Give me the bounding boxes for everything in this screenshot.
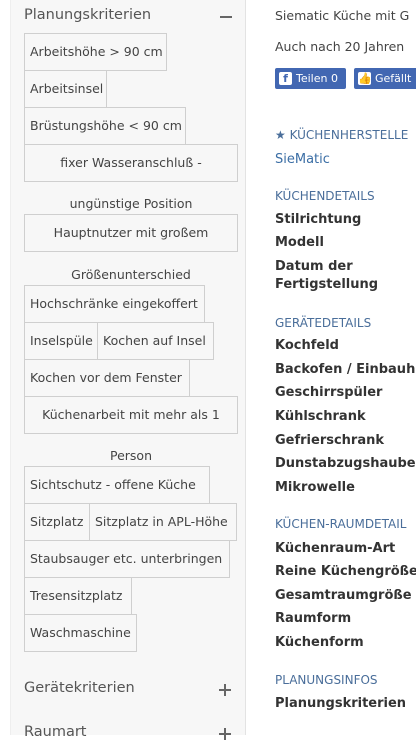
appliance-label: Geschirrspüler — [275, 385, 383, 400]
room-label: Reine Küchengröße — [275, 564, 416, 579]
appliance-details-heading: GERÄTEDETAILS — [275, 316, 372, 330]
appliance-label: Kühlschrank — [275, 409, 366, 424]
manufacturer-link[interactable]: SieMatic — [275, 152, 330, 167]
room-label: Küchenform — [275, 635, 364, 650]
filter-tag[interactable]: Tresensitzplatz — [24, 577, 132, 615]
intro-text-line: Auch nach 20 Jahren — [275, 39, 405, 54]
planning-info-heading: PLANUNGSINFOS — [275, 673, 378, 687]
share-label: Teilen 0 — [296, 72, 338, 85]
like-label: Gefällt — [375, 72, 412, 85]
appliance-label: Dunstabzugshaube — [275, 456, 416, 471]
facebook-share-button[interactable]: f Teilen 0 — [275, 68, 346, 89]
filter-tag[interactable]: Sitzplatz in APL-Höhe — [89, 503, 237, 541]
filter-tag[interactable]: Arbeitshöhe > 90 cm — [24, 33, 167, 71]
room-label: Gesamtraumgröße — [275, 588, 412, 603]
detail-label: Fertigstellung — [275, 277, 379, 292]
room-type-title: Raumart — [24, 724, 87, 740]
planning-label: Planungskriterien — [275, 696, 407, 711]
kitchen-details-heading: KÜCHENDETAILS — [275, 189, 375, 203]
detail-label: Modell — [275, 235, 324, 250]
filter-sidebar: Planungskriterien Arbeitshöhe > 90 cm Ar… — [10, 0, 246, 740]
filter-tag[interactable]: Kochen auf Insel — [97, 322, 214, 360]
filter-tag[interactable]: Hochschränke eingekoffert — [24, 285, 205, 323]
device-criteria-title: Gerätekriterien — [24, 680, 135, 696]
filter-tag[interactable]: Inselspüle — [24, 322, 98, 360]
filter-tag[interactable]: Küchenarbeit mit mehr als 1 — [24, 396, 238, 434]
filter-tag-continuation[interactable]: Größenunterschied — [24, 267, 238, 282]
filter-tag[interactable]: Kochen vor dem Fenster — [24, 359, 190, 397]
room-label: Küchenraum-Art — [275, 541, 396, 556]
appliance-label: Backofen / Einbauh — [275, 362, 416, 377]
detail-label: Datum der — [275, 259, 353, 274]
room-type-header[interactable]: Raumart — [24, 722, 238, 746]
detail-panel: Siematic Küche mit G Auch nach 20 Jahren… — [275, 0, 416, 735]
filter-tag[interactable]: Sichtschutz - offene Küche — [24, 466, 210, 504]
appliance-label: Gefrierschrank — [275, 433, 385, 448]
intro-text-line: Siematic Küche mit G — [275, 8, 410, 23]
device-criteria-header[interactable]: Gerätekriterien — [24, 678, 238, 702]
filter-tag[interactable]: fixer Wasseranschluß - — [24, 144, 238, 182]
filter-tag[interactable]: Waschmaschine — [24, 614, 137, 652]
appliance-label: Kochfeld — [275, 338, 339, 353]
filter-tag[interactable]: Arbeitsinsel — [24, 70, 107, 108]
filter-tag[interactable]: Sitzplatz — [24, 503, 90, 541]
room-label: Raumform — [275, 611, 352, 626]
filter-tag[interactable]: Hauptnutzer mit großem — [24, 214, 238, 252]
facebook-like-button[interactable]: 👍 Gefällt — [354, 68, 416, 89]
filter-tag-continuation[interactable]: ungünstige Position — [24, 196, 238, 211]
expand-plus-icon-vertical — [224, 727, 226, 740]
expand-plus-icon-vertical — [224, 683, 226, 696]
manufacturer-heading: ★ KÜCHENHERSTELLE — [275, 128, 409, 142]
planning-criteria-title: Planungskriterien — [24, 7, 152, 23]
detail-label: Stilrichtung — [275, 212, 362, 227]
filter-tag[interactable]: Brüstungshöhe < 90 cm — [24, 107, 186, 145]
thumbs-up-icon: 👍 — [358, 72, 372, 85]
planning-criteria-header[interactable]: Planungskriterien — [24, 6, 238, 28]
appliance-label: Mikrowelle — [275, 480, 355, 495]
facebook-icon: f — [279, 72, 292, 85]
collapse-minus-icon[interactable] — [220, 16, 232, 18]
filter-tag[interactable]: Staubsauger etc. unterbringen — [24, 540, 230, 578]
room-details-heading: KÜCHEN-RAUMDETAIL — [275, 517, 407, 531]
filter-tag-continuation[interactable]: Person — [24, 448, 238, 463]
